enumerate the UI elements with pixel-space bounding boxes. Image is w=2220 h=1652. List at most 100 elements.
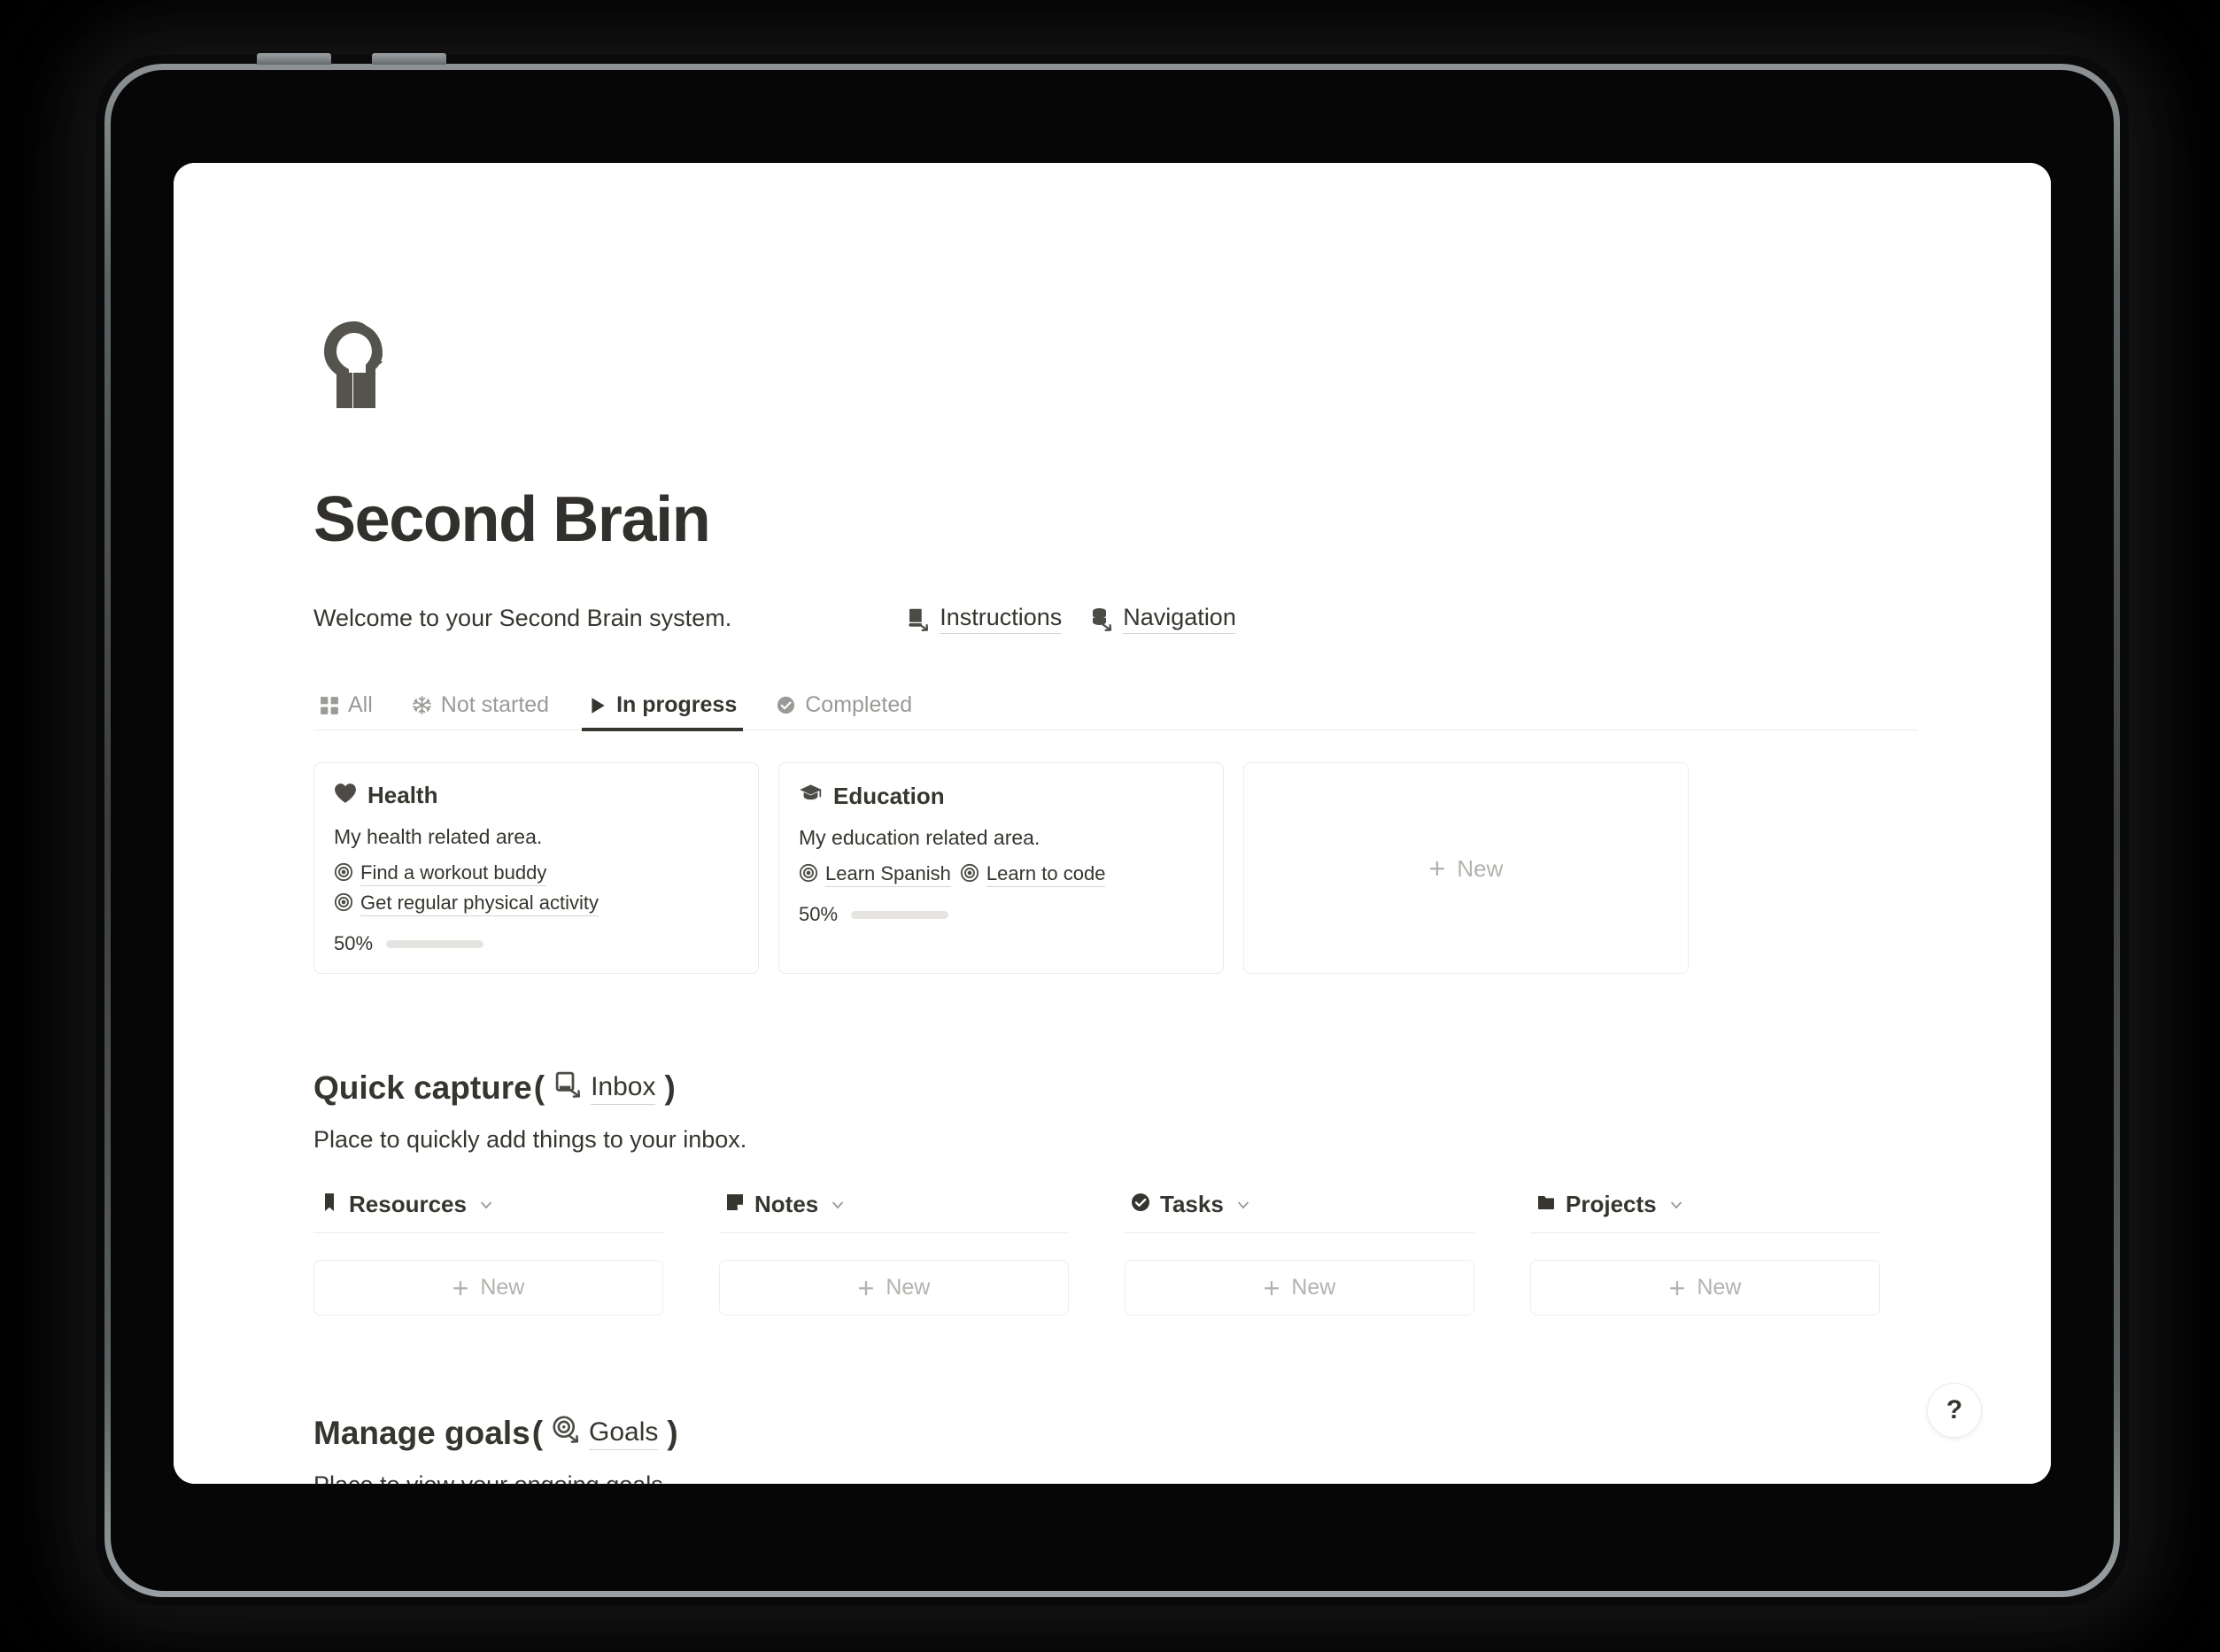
goal-link-label: Learn Spanish <box>825 862 951 887</box>
goal-link-label: Find a workout buddy <box>360 861 547 886</box>
volume-down-button[interactable] <box>372 53 446 65</box>
tab-completed[interactable]: Completed <box>770 692 918 730</box>
page-content: Second Brain Welcome to your Second Brai… <box>313 318 1921 1484</box>
goal-link[interactable]: Learn Spanish <box>799 862 951 887</box>
plus-icon: + <box>1428 853 1446 884</box>
chevron-down-icon <box>477 1196 495 1214</box>
new-label: New <box>1697 1275 1742 1300</box>
goal-link-label: Learn to code <box>986 862 1106 887</box>
note-icon <box>724 1192 746 1217</box>
graduation-cap-icon <box>799 782 823 810</box>
column-resources: Resources + New <box>313 1191 663 1316</box>
column-title: Notes <box>754 1191 819 1217</box>
welcome-text: Welcome to your Second Brain system. <box>313 605 732 632</box>
plus-icon: + <box>452 1271 469 1304</box>
database-arrow-icon <box>1088 606 1115 632</box>
snowflake-icon <box>412 695 432 715</box>
device-stage: Second Brain Welcome to your Second Brai… <box>0 0 2220 1652</box>
new-label: New <box>480 1275 525 1300</box>
close-paren: ) <box>664 1069 676 1106</box>
check-circle-icon <box>1130 1192 1151 1217</box>
play-triangle-icon <box>588 696 607 715</box>
folder-icon <box>1535 1192 1557 1217</box>
column-header[interactable]: Projects <box>1530 1191 1880 1233</box>
new-project-button[interactable]: + New <box>1530 1260 1880 1316</box>
target-arrow-icon <box>552 1415 581 1452</box>
progress-bar <box>386 939 484 948</box>
tablet-screen: Second Brain Welcome to your Second Brai… <box>174 163 2051 1484</box>
card-description: My health related area. <box>334 825 543 848</box>
new-area-card-button[interactable]: + New <box>1243 762 1689 974</box>
quick-links: Instructions Navigation <box>905 604 1236 634</box>
view-tabs: All Not started In progress Completed <box>313 681 1918 731</box>
area-card-health[interactable]: Health My health related area. Find a wo… <box>313 762 759 974</box>
new-area-label: New <box>1457 854 1504 882</box>
chevron-down-icon <box>1234 1196 1252 1214</box>
goal-link[interactable]: Learn to code <box>960 862 1106 887</box>
column-title: Tasks <box>1160 1191 1224 1217</box>
target-icon <box>334 892 353 916</box>
new-label: New <box>886 1275 931 1300</box>
card-progress: 50% <box>799 903 1203 926</box>
link-navigation[interactable]: Navigation <box>1088 604 1236 634</box>
chevron-down-icon <box>1667 1196 1685 1214</box>
manage-goals-description: Place to view your ongoing goals. <box>313 1471 1921 1484</box>
tab-not-started[interactable]: Not started <box>406 692 555 730</box>
goal-link[interactable]: Find a workout buddy <box>334 861 547 886</box>
column-header[interactable]: Tasks <box>1125 1191 1474 1233</box>
quick-capture-heading: Quick capture ( Inbox ) <box>313 1069 1921 1107</box>
column-header[interactable]: Resources <box>313 1191 663 1233</box>
heart-icon <box>334 782 357 809</box>
link-navigation-label: Navigation <box>1123 604 1236 634</box>
card-progress: 50% <box>334 932 739 955</box>
area-cards: Health My health related area. Find a wo… <box>313 762 1921 974</box>
head-profile-icon <box>313 318 398 412</box>
link-inbox[interactable]: Inbox <box>553 1069 656 1107</box>
tab-all[interactable]: All <box>313 692 379 730</box>
link-inbox-label: Inbox <box>591 1072 656 1105</box>
link-instructions-label: Instructions <box>940 604 1063 634</box>
column-notes: Notes + New <box>719 1191 1069 1316</box>
goal-link-label: Get regular physical activity <box>360 892 599 916</box>
target-icon <box>334 862 353 886</box>
column-projects: Projects + New <box>1530 1191 1880 1316</box>
column-title: Projects <box>1566 1191 1657 1217</box>
quick-capture-heading-text: Quick capture <box>313 1069 532 1106</box>
plus-icon: + <box>1263 1271 1280 1304</box>
progress-label: 50% <box>799 903 839 925</box>
progress-label: 50% <box>334 932 374 954</box>
inbox-arrow-icon <box>553 1069 583 1107</box>
book-arrow-icon <box>905 606 932 632</box>
help-button[interactable]: ? <box>1927 1383 1982 1438</box>
volume-up-button[interactable] <box>257 53 331 65</box>
plus-icon: + <box>1668 1271 1686 1304</box>
card-goal-list: Find a workout buddy Get regular physica… <box>334 861 739 916</box>
new-task-button[interactable]: + New <box>1125 1260 1474 1316</box>
target-icon <box>960 863 979 887</box>
quick-capture-description: Place to quickly add things to your inbo… <box>313 1126 747 1153</box>
tab-all-label: All <box>348 692 373 717</box>
notion-page: Second Brain Welcome to your Second Brai… <box>174 163 2051 1484</box>
link-instructions[interactable]: Instructions <box>905 604 1063 634</box>
new-resource-button[interactable]: + New <box>313 1260 663 1316</box>
new-note-button[interactable]: + New <box>719 1260 1069 1316</box>
manage-goals-heading: Manage goals ( Goals ) <box>313 1415 1921 1452</box>
column-tasks: Tasks + New <box>1125 1191 1474 1316</box>
welcome-row: Welcome to your Second Brain system. Ins <box>313 603 1921 635</box>
column-title: Resources <box>349 1191 467 1217</box>
card-description: My education related area. <box>799 826 1040 849</box>
check-circle-icon <box>776 695 796 715</box>
progress-bar <box>851 910 949 919</box>
tab-in-progress-label: In progress <box>616 692 738 717</box>
close-paren: ) <box>667 1415 678 1451</box>
new-area-inline: + New <box>1429 854 1504 883</box>
card-goal-list: Learn Spanish Learn to code <box>799 862 1203 887</box>
open-paren: ( <box>531 1415 544 1451</box>
column-header[interactable]: Notes <box>719 1191 1069 1233</box>
link-goals[interactable]: Goals <box>552 1415 659 1452</box>
new-label: New <box>1291 1275 1336 1300</box>
goal-link[interactable]: Get regular physical activity <box>334 892 599 916</box>
tab-in-progress[interactable]: In progress <box>582 692 744 731</box>
area-card-education[interactable]: Education My education related area. Lea… <box>778 762 1224 974</box>
manage-goals-heading-text: Manage goals <box>313 1415 530 1451</box>
